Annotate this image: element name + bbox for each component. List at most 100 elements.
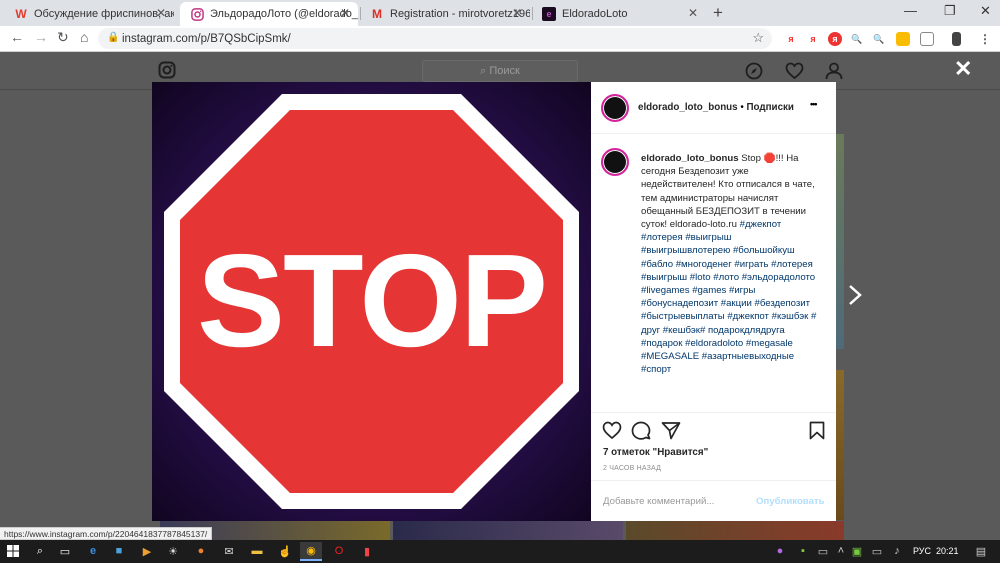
post-timestamp: 2 ЧАСОВ НАЗАД <box>603 465 662 472</box>
search-input[interactable]: ⌕ Поиск <box>422 60 578 82</box>
forward-arrow-icon[interactable]: → <box>34 29 48 45</box>
reload-icon[interactable]: ↻ <box>57 29 69 46</box>
like-heart-icon[interactable] <box>602 421 622 445</box>
lock-icon: 🔒 <box>107 32 120 43</box>
firefox-icon[interactable]: ● <box>194 544 208 558</box>
stop-text: STOP <box>197 227 546 374</box>
tab-instagram[interactable]: ЭльдорадоЛото (@eldorado_lot ✕ <box>180 2 358 26</box>
windows-taskbar: ⌕ ▭ e ■ ▶ ☀ ● ✉ ▬ ☝ ◉ O ▮ ● ▪ ▭ ˄ ▣ ▭ ♪ … <box>0 540 1000 563</box>
address-bar[interactable]: 🔒 instagram.com/p/B7QSbCipSmk/ ☆ <box>98 28 772 49</box>
close-icon[interactable]: ✕ <box>688 6 698 20</box>
windows-start-icon[interactable] <box>6 544 20 558</box>
opera-icon[interactable]: O <box>332 544 346 558</box>
post-side-panel: eldorado_loto_bonus • Подписки ••• eldor… <box>591 82 836 521</box>
search-extension-icon[interactable]: 🔍 <box>872 32 886 46</box>
post-caption: eldorado_loto_bonus Stop 🛑!!! На сегодня… <box>641 152 821 410</box>
chrome-taskbar-icon[interactable]: ◉ <box>300 542 322 561</box>
media-player-icon[interactable]: ▶ <box>140 544 154 558</box>
yandex-icon[interactable]: я <box>806 32 820 46</box>
browser-toolbar: ← → ↻ ⌂ 🔒 instagram.com/p/B7QSbCipSmk/ ☆… <box>0 26 1000 52</box>
comment-box: Добавьте комментарий... Опубликовать <box>591 480 836 522</box>
search-placeholder: Поиск <box>489 65 520 77</box>
search-icon[interactable]: ⌕ <box>33 544 47 558</box>
notifications-icon[interactable]: ▤ <box>974 544 988 558</box>
store-icon[interactable]: ■ <box>112 544 126 558</box>
tab-title: Обсуждение фриспинов, акций <box>34 8 174 20</box>
tab-title: EldoradoLoto <box>562 8 628 20</box>
clock[interactable]: 20:21 <box>936 546 959 556</box>
background-thumbnail <box>393 521 623 540</box>
mail-icon[interactable]: ✉ <box>222 544 236 558</box>
extension-icon[interactable] <box>896 32 910 46</box>
tab-eldoradoloto[interactable]: e EldoradoLoto ✕ <box>532 2 706 26</box>
bookmark-star-icon[interactable]: ☆ <box>752 30 764 46</box>
tab-gmail[interactable]: M Registration - mirotvoretz1967@ ✕ <box>360 2 530 26</box>
phone-icon[interactable] <box>952 32 961 46</box>
tab-strip: W Обсуждение фриспинов, акций ✕ Эльдорад… <box>0 0 1000 26</box>
post-header-text: eldorado_loto_bonus • Подписки <box>638 102 794 113</box>
comment-icon[interactable] <box>631 421 651 445</box>
hand-icon[interactable]: ☝ <box>278 544 292 558</box>
post-image[interactable]: STOP <box>152 82 591 521</box>
background-thumbnail <box>836 370 844 520</box>
search-icon: ⌕ <box>480 64 490 77</box>
follow-status-button[interactable]: Подписки <box>747 102 794 113</box>
display-icon[interactable]: ▭ <box>816 544 830 558</box>
tray-app-icon[interactable]: ▣ <box>850 544 864 558</box>
publish-button[interactable]: Опубликовать <box>756 496 825 507</box>
tab-title: ЭльдорадоЛото (@eldorado_lot <box>210 8 358 20</box>
tray-arrow-icon[interactable]: ˄ <box>834 544 848 558</box>
status-bar-url: https://www.instagram.com/p/220464183778… <box>0 527 213 540</box>
caption-text: Stop 🛑!!! На сегодня Бездепозит уже неде… <box>641 153 815 231</box>
menu-icon[interactable]: ⋮ <box>978 32 992 46</box>
share-icon[interactable] <box>661 421 681 445</box>
task-view-icon[interactable]: ▭ <box>58 544 72 558</box>
bookmark-icon[interactable] <box>809 421 825 445</box>
caption-username[interactable]: eldorado_loto_bonus <box>641 153 739 164</box>
yandex-browser-icon[interactable]: я <box>828 32 842 46</box>
window-close-icon[interactable]: ✕ <box>980 3 991 19</box>
username-link[interactable]: eldorado_loto_bonus <box>638 102 738 113</box>
gmail-icon: M <box>372 7 382 21</box>
chevron-right-icon[interactable] <box>848 284 862 312</box>
close-icon[interactable]: ✕ <box>156 6 166 20</box>
search-extension-icon[interactable]: 🔍 <box>850 32 864 46</box>
eldorado-icon: e <box>542 7 556 21</box>
file-explorer-icon[interactable]: ▬ <box>250 544 264 558</box>
home-icon[interactable]: ⌂ <box>80 29 88 45</box>
new-tab-button[interactable]: + <box>713 3 723 23</box>
volume-icon[interactable]: ♪ <box>890 544 904 558</box>
restore-icon[interactable]: ❐ <box>944 3 956 19</box>
language-indicator[interactable]: РУС <box>913 546 931 556</box>
background-thumbnail <box>626 521 844 540</box>
assistant-icon[interactable]: ● <box>773 544 787 558</box>
url-text: instagram.com/p/B7QSbCipSmk/ <box>122 32 291 45</box>
comment-input[interactable]: Добавьте комментарий... <box>603 496 714 507</box>
close-icon[interactable]: ✕ <box>512 6 522 20</box>
likes-count[interactable]: 7 отметок "Нравится" <box>603 447 708 458</box>
close-icon[interactable]: ✕ <box>954 56 972 82</box>
tab-forum[interactable]: W Обсуждение фриспинов, акций ✕ <box>4 2 174 26</box>
w-site-icon: W <box>15 7 27 21</box>
yandex-icon[interactable]: я <box>784 32 798 46</box>
avatar[interactable] <box>601 148 629 176</box>
caption-hashtags[interactable]: #джекпот #лотерея #выигрыш #выигрышвлоте… <box>641 219 816 375</box>
nvidia-icon[interactable]: ▪ <box>796 544 810 558</box>
avatar[interactable] <box>601 94 629 122</box>
minimize-icon[interactable]: — <box>904 3 917 18</box>
shield-icon[interactable] <box>920 32 934 46</box>
pdf-icon[interactable]: ▮ <box>360 544 374 558</box>
post-actions: 7 отметок "Нравится" 2 ЧАСОВ НАЗАД Добав… <box>591 412 836 521</box>
post-header: eldorado_loto_bonus • Подписки ••• <box>591 82 836 134</box>
back-arrow-icon[interactable]: ← <box>10 29 24 45</box>
weather-icon[interactable]: ☀ <box>166 544 180 558</box>
instagram-logo-icon[interactable] <box>158 61 176 84</box>
separator-dot: • <box>740 102 744 113</box>
tab-title: Registration - mirotvoretz1967@ <box>390 8 530 20</box>
close-icon[interactable]: ✕ <box>340 6 350 20</box>
instagram-icon <box>190 7 204 21</box>
edge-icon[interactable]: e <box>86 544 100 558</box>
network-icon[interactable]: ▭ <box>870 544 884 558</box>
more-options-icon[interactable]: ••• <box>810 99 818 109</box>
background-thumbnail <box>836 134 844 349</box>
